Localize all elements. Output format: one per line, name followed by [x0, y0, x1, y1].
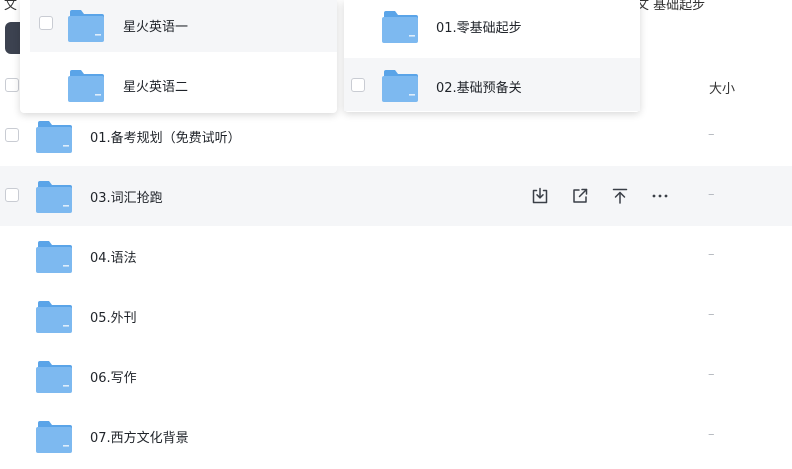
file-size: –	[708, 307, 715, 322]
file-size: –	[708, 187, 715, 202]
file-name[interactable]: 03.词汇抢跑	[90, 187, 163, 206]
dropdown-item-highlighted[interactable]: 星火英语一	[30, 0, 337, 52]
move-to-top-icon[interactable]	[609, 185, 631, 207]
file-name[interactable]: 01.备考规划（免费试听）	[90, 127, 241, 146]
dropdown-item-label: 星火英语二	[123, 80, 189, 95]
header-fragment-right: 文 基础起步	[636, 0, 706, 13]
row-checkbox[interactable]	[5, 188, 19, 202]
dropdown-item-label: 星火英语一	[123, 20, 189, 35]
file-name[interactable]: 05.外刊	[90, 307, 137, 326]
dropdown-item-checkbox[interactable]	[39, 16, 53, 30]
table-row-hovered[interactable]: 03.词汇抢跑 –	[0, 166, 792, 226]
download-icon[interactable]	[529, 185, 551, 207]
row-actions	[529, 183, 689, 209]
select-all-checkbox[interactable]	[5, 78, 19, 92]
folder-icon	[36, 301, 72, 333]
folder-icon	[36, 181, 72, 213]
table-row[interactable]: 07.西方文化背景 –	[0, 406, 792, 466]
folder-icon	[68, 70, 104, 102]
file-name[interactable]: 07.西方文化背景	[90, 427, 189, 446]
column-header-size: 大小	[709, 82, 736, 97]
file-size: –	[708, 127, 715, 142]
table-row[interactable]: 01.备考规划（免费试听） –	[0, 106, 792, 166]
dropdown-item-label: 01.零基础起步	[436, 21, 522, 36]
folder-icon	[36, 121, 72, 153]
file-list: 01.备考规划（免费试听） – 03.词汇抢跑 – 04.语法 – 05.外刊 …	[0, 106, 792, 466]
dropdown-item[interactable]: 星火英语二	[20, 58, 337, 111]
folder-icon	[36, 361, 72, 393]
file-browser: 文 文 基础起步 大小 01.备考规划（免费试听） – 03.词汇抢跑 – 04…	[0, 0, 792, 469]
file-name[interactable]: 04.语法	[90, 247, 137, 266]
folder-icon	[382, 11, 418, 43]
file-size: –	[708, 367, 715, 382]
folder-icon	[36, 421, 72, 453]
breadcrumb-dropdown-left: 星火英语一 星火英语二	[20, 0, 337, 113]
folder-icon	[382, 70, 418, 102]
folder-icon	[68, 10, 104, 42]
dropdown-item-label: 02.基础预备关	[436, 81, 522, 96]
share-icon[interactable]	[569, 185, 591, 207]
dropdown-item[interactable]: 01.零基础起步	[344, 0, 640, 58]
row-checkbox[interactable]	[5, 128, 19, 142]
more-icon[interactable]	[649, 185, 671, 207]
file-name[interactable]: 06.写作	[90, 367, 137, 386]
table-row[interactable]: 06.写作 –	[0, 346, 792, 406]
header-fragment-left: 文	[4, 0, 18, 13]
file-size: –	[708, 427, 715, 442]
file-size: –	[708, 247, 715, 262]
dropdown-item-highlighted[interactable]: 02.基础预备关	[344, 58, 640, 111]
folder-icon	[36, 241, 72, 273]
table-row[interactable]: 05.外刊 –	[0, 286, 792, 346]
dropdown-item-checkbox[interactable]	[351, 78, 365, 92]
table-row[interactable]: 04.语法 –	[0, 226, 792, 286]
breadcrumb-dropdown-right: 01.零基础起步 02.基础预备关	[344, 0, 640, 112]
